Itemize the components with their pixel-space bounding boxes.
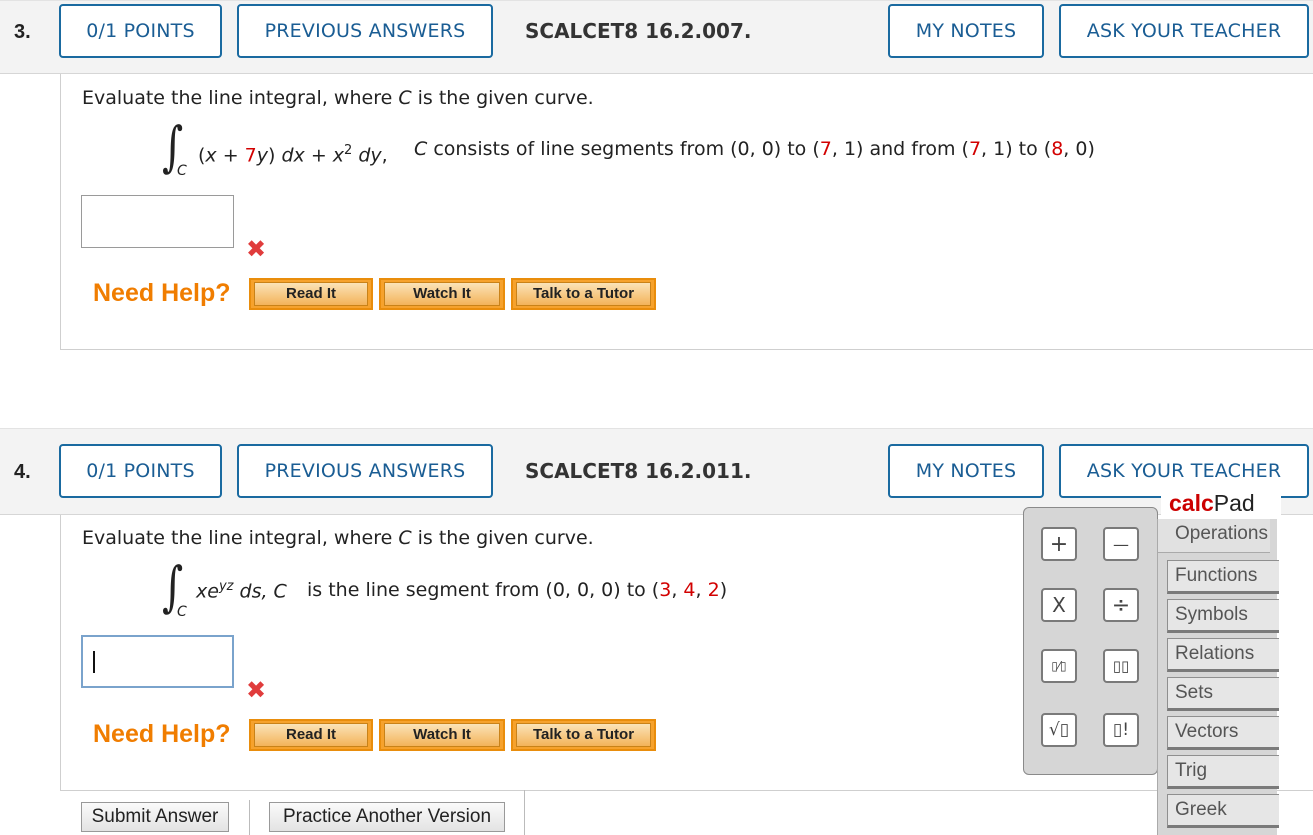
tab-symbols[interactable]: Symbols [1167, 599, 1279, 633]
need-help-label: Need Help? [93, 279, 231, 307]
ask-teacher-button[interactable]: ASK YOUR TEACHER [1059, 4, 1309, 58]
question-reference: SCALCET8 16.2.007. [525, 19, 752, 43]
need-help-label: Need Help? [93, 720, 231, 748]
text-cursor [93, 651, 95, 673]
question-footer [60, 790, 1313, 835]
tab-functions[interactable]: Functions [1167, 560, 1279, 594]
incorrect-icon: ✖ [246, 676, 267, 704]
my-notes-button[interactable]: MY NOTES [888, 444, 1044, 498]
curve-description: C consists of line segments from (0, 0) … [414, 138, 1095, 160]
previous-answers-button[interactable]: PREVIOUS ANSWERS [237, 444, 493, 498]
read-it-button[interactable]: Read It [249, 719, 373, 751]
calcpad-tabs: Operations Functions Symbols Relations S… [1157, 519, 1279, 835]
talk-to-tutor-button[interactable]: Talk to a Tutor [511, 278, 656, 310]
question-4-header: 4. 0/1 POINTS PREVIOUS ANSWERS SCALCET8 … [0, 428, 1313, 515]
footer-divider [249, 800, 250, 835]
question-prompt: Evaluate the line integral, where C is t… [82, 87, 594, 109]
question-reference: SCALCET8 16.2.011. [525, 459, 752, 483]
multiply-key[interactable]: X [1041, 588, 1077, 622]
fraction-key[interactable]: ▯⁄▯ [1041, 649, 1077, 683]
footer-divider [524, 790, 525, 835]
question-prompt: Evaluate the line integral, where C is t… [82, 527, 594, 549]
points-button[interactable]: 0/1 POINTS [59, 444, 222, 498]
square-root-key[interactable]: √▯ [1041, 713, 1077, 747]
tab-trig[interactable]: Trig [1167, 755, 1279, 789]
read-it-button[interactable]: Read It [249, 278, 373, 310]
question-number: 3. [14, 21, 31, 43]
integral-expression: (x + 7y) dx + x2 dy, [198, 143, 388, 167]
plus-key[interactable]: + [1041, 527, 1077, 561]
watch-it-button[interactable]: Watch It [379, 719, 505, 751]
tab-vectors[interactable]: Vectors [1167, 716, 1279, 750]
integral-expression: xeyz ds, C [196, 579, 287, 603]
incorrect-icon: ✖ [246, 235, 267, 263]
answer-input[interactable] [81, 195, 234, 248]
tab-relations[interactable]: Relations [1167, 638, 1279, 672]
previous-answers-button[interactable]: PREVIOUS ANSWERS [237, 4, 493, 58]
my-notes-button[interactable]: MY NOTES [888, 4, 1044, 58]
points-button[interactable]: 0/1 POINTS [59, 4, 222, 58]
question-3-body [60, 74, 1313, 350]
answer-input[interactable] [81, 635, 234, 688]
curve-description: is the line segment from (0, 0, 0) to (3… [307, 579, 728, 601]
watch-it-button[interactable]: Watch It [379, 278, 505, 310]
integral-subscript: C [177, 163, 187, 179]
question-number: 4. [14, 461, 31, 483]
calcpad-keypad: + — X ÷ ▯⁄▯ ▯▯ √▯ ▯! [1023, 507, 1158, 775]
talk-to-tutor-button[interactable]: Talk to a Tutor [511, 719, 656, 751]
submit-answer-button[interactable]: Submit Answer [81, 802, 229, 832]
integral-subscript: C [177, 604, 187, 620]
divide-key[interactable]: ÷ [1103, 588, 1139, 622]
tab-greek[interactable]: Greek [1167, 794, 1279, 828]
question-3-header: 3. 0/1 POINTS PREVIOUS ANSWERS SCALCET8 … [0, 0, 1313, 74]
factorial-key[interactable]: ▯! [1103, 713, 1139, 747]
calcpad-title: calcPad [1161, 487, 1281, 519]
minus-key[interactable]: — [1103, 527, 1139, 561]
exponent-key[interactable]: ▯▯ [1103, 649, 1139, 683]
tab-operations[interactable]: Operations [1158, 519, 1270, 553]
practice-another-version-button[interactable]: Practice Another Version [269, 802, 505, 832]
tab-sets[interactable]: Sets [1167, 677, 1279, 711]
